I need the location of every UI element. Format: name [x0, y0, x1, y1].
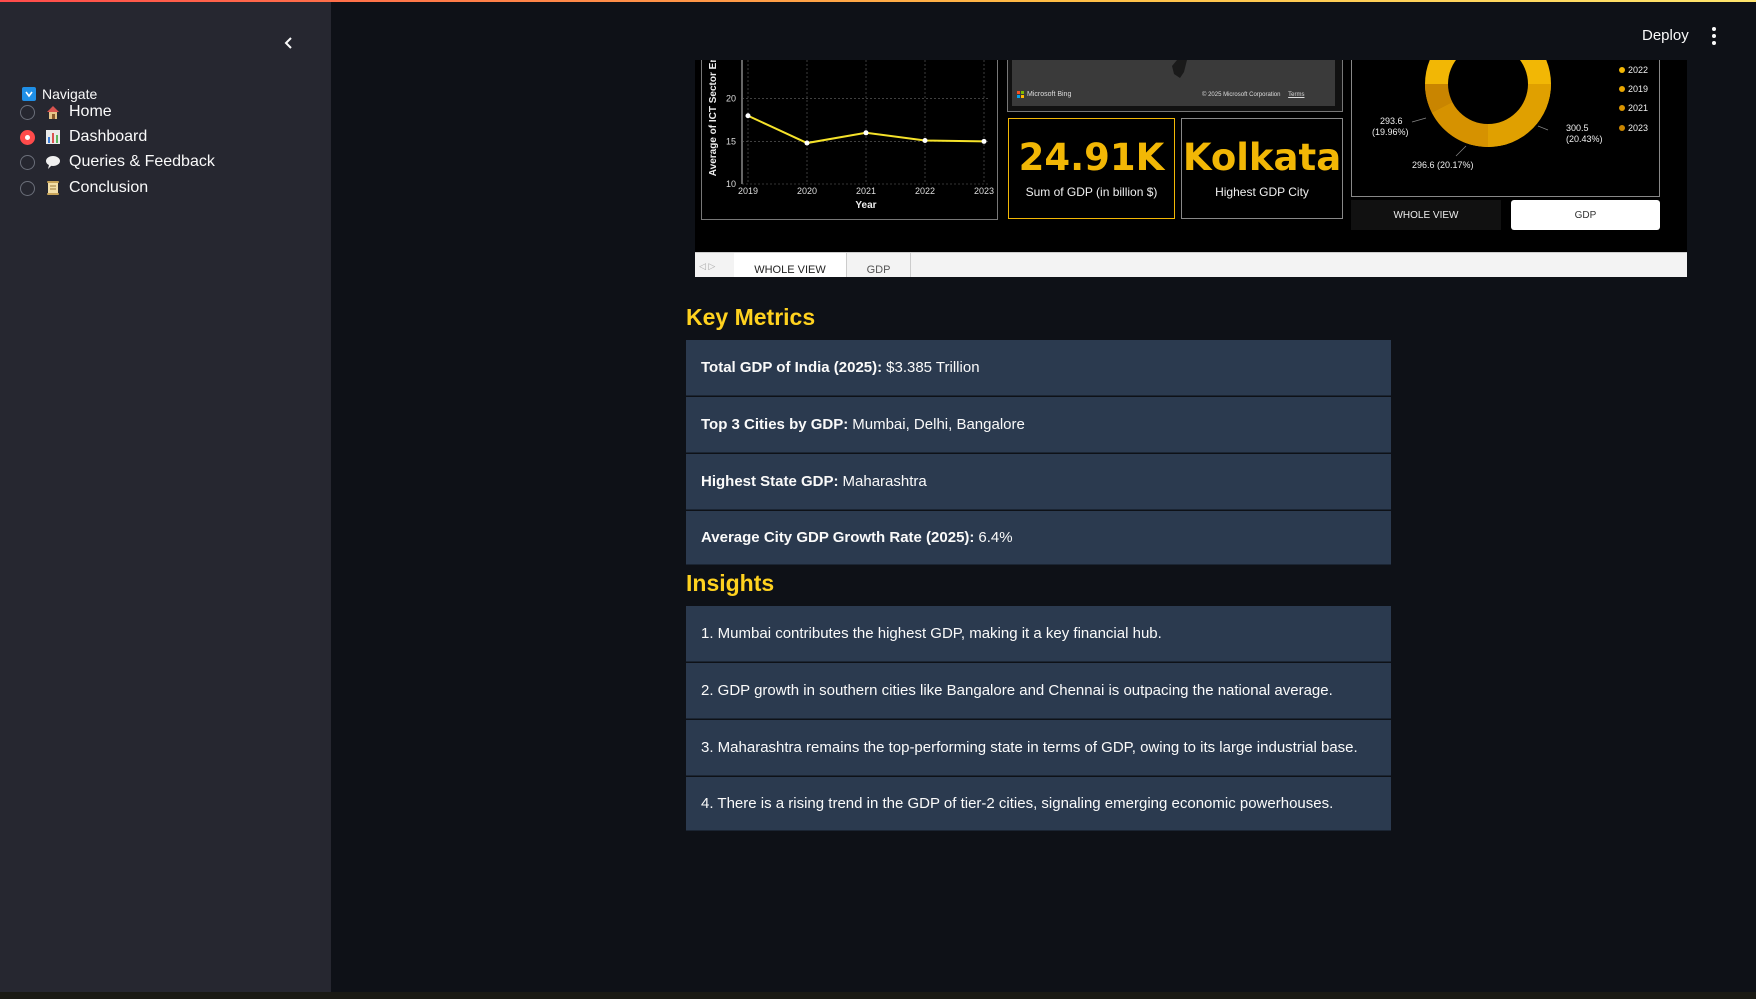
bar-chart-icon: [46, 130, 60, 144]
insight-row: 3. Maharashtra remains the top-performin…: [686, 720, 1391, 776]
data-point: [981, 138, 987, 144]
insight-row: 4. There is a rising trend in the GDP of…: [686, 777, 1391, 831]
page-tab-whole-view[interactable]: WHOLE VIEW: [734, 253, 847, 277]
kpi-value: Kolkata: [1182, 136, 1342, 180]
bookmark-tabs: WHOLE VIEW GDP: [1351, 200, 1660, 230]
x-tick-label: 2020: [797, 186, 817, 196]
data-point: [804, 140, 810, 146]
sidebar-item-label: Conclusion: [69, 179, 149, 196]
donut-label-2-sub: (20.43%): [1566, 134, 1603, 144]
sidebar-item-queries-feedback[interactable]: Queries & Feedback: [20, 153, 215, 171]
donut-legend: 2022 2019 2021 2023: [1619, 65, 1648, 133]
donut-label-2: 300.5: [1566, 123, 1589, 133]
sidebar-item-label: Queries & Feedback: [69, 153, 215, 170]
sidebar-item-label: Home: [69, 103, 112, 120]
kpi-card-highest-city: Kolkata Highest GDP City: [1181, 118, 1343, 219]
house-icon: [47, 106, 59, 119]
data-point: [745, 113, 751, 119]
chevron-left-icon: [284, 37, 292, 49]
collapse-sidebar-button[interactable]: [276, 30, 302, 56]
legend-item: 2021: [1628, 103, 1648, 113]
line-chart-card: 10 15 20 25 2019 2020 2021 2022 2023 Year Average …: [701, 60, 998, 220]
y-tick-label: 20: [726, 94, 736, 104]
donut-label-3: 296.6 (20.17%): [1412, 160, 1474, 170]
metric-label: Total GDP of India (2025):: [701, 359, 883, 376]
map-visual[interactable]: Microsoft Bing © 2025 Microsoft Corporat…: [1012, 60, 1335, 106]
bottom-bar: [0, 992, 1756, 999]
map-copyright: © 2025 Microsoft Corporation Terms: [1202, 92, 1304, 98]
radio-button[interactable]: [20, 154, 35, 170]
metric-row: Highest State GDP: Maharashtra: [686, 454, 1391, 510]
donut-label-1: 293.6: [1380, 116, 1403, 126]
kpi-label: Highest GDP City: [1215, 184, 1309, 199]
metric-value: Mumbai, Delhi, Bangalore: [852, 416, 1025, 433]
sidebar-item-conclusion[interactable]: Conclusion: [20, 179, 148, 197]
sidebar-item-dashboard[interactable]: Dashboard: [20, 128, 147, 146]
x-tick-label: 2019: [738, 186, 758, 196]
map-land-shape: [1172, 60, 1187, 78]
deploy-button[interactable]: Deploy: [1632, 25, 1699, 46]
line-chart: 10 15 20 25 2019 2020 2021 2022 2023 Year Average …: [708, 60, 994, 211]
sidebar-item-label: Dashboard: [69, 128, 148, 145]
navigate-text: Navigate: [42, 86, 98, 102]
radio-button[interactable]: [20, 180, 35, 196]
y-tick-label: 15: [726, 136, 736, 146]
insight-row: 2. GDP growth in southern cities like Ba…: [686, 663, 1391, 719]
kpi-value: 24.91K: [1018, 136, 1165, 180]
metric-value: Maharashtra: [842, 473, 927, 490]
x-axis-label: Year: [855, 200, 876, 211]
map-copyright-text: © 2025 Microsoft Corporation: [1202, 92, 1281, 98]
y-tick-label: 25: [726, 60, 736, 61]
page-nav-arrows[interactable]: ◁ ▷: [699, 261, 715, 272]
page-tab-gdp[interactable]: GDP: [847, 253, 911, 277]
scroll-icon: [47, 181, 59, 195]
y-tick-label: 10: [726, 179, 736, 189]
x-tick-label: 2021: [856, 186, 876, 196]
metric-label: Top 3 Cities by GDP:: [701, 416, 849, 433]
x-tick-label: 2022: [915, 186, 935, 196]
navigate-label: Navigate: [22, 86, 97, 102]
sidebar: Navigate Home Dashboard Queries & Feedba…: [0, 2, 331, 992]
radio-button[interactable]: [20, 104, 35, 120]
sidebar-item-home[interactable]: Home: [20, 103, 112, 121]
metric-row: Total GDP of India (2025): $3.385 Trillio…: [686, 340, 1391, 396]
donut-chart-card: 293.6 (19.96%) 300.5 (20.43%) 296.6 (20.…: [1351, 60, 1660, 197]
bing-brand-text: Microsoft Bing: [1027, 91, 1072, 98]
kpi-label: Sum of GDP (in billion $): [1025, 184, 1158, 199]
powerbi-embed[interactable]: 10 15 20 25 2019 2020 2021 2022 2023 Year Average …: [695, 60, 1687, 277]
legend-item: 2023: [1628, 123, 1648, 133]
bookmark-tab-whole-view[interactable]: WHOLE VIEW: [1351, 200, 1501, 230]
metric-row: Top 3 Cities by GDP: Mumbai, Delhi, Banga…: [686, 397, 1391, 453]
kpi-card-gdp-sum: 24.91K Sum of GDP (in billion $): [1008, 118, 1175, 219]
data-point: [863, 130, 869, 136]
donut-chart: 293.6 (19.96%) 300.5 (20.43%) 296.6 (20.…: [1372, 60, 1648, 170]
metric-label: Highest State GDP:: [701, 473, 839, 490]
checkbox-icon: [22, 87, 36, 101]
key-metrics-heading: Key Metrics: [686, 304, 816, 330]
report-page-tabs: ◁ ▷ WHOLE VIEW GDP: [695, 252, 1687, 277]
metric-value: 6.4%: [978, 529, 1013, 546]
metric-value: $3.385 Trillion: [886, 359, 980, 376]
metric-row: Average City GDP Growth Rate (2025): 6.4%: [686, 511, 1391, 565]
radio-button-selected[interactable]: [20, 129, 35, 145]
bookmark-tab-gdp[interactable]: GDP: [1511, 200, 1660, 230]
more-menu-icon[interactable]: [1706, 24, 1722, 48]
insight-row: 1. Mumbai contributes the highest GDP, m…: [686, 606, 1391, 662]
metric-label: Average City GDP Growth Rate (2025):: [701, 529, 975, 546]
insights-heading: Insights: [686, 570, 775, 596]
speech-bubble-icon: [46, 156, 60, 169]
legend-item: 2022: [1628, 65, 1648, 75]
data-point: [922, 137, 928, 143]
donut-label-1-sub: (19.96%): [1372, 127, 1409, 137]
legend-item: 2019: [1628, 84, 1648, 94]
microsoft-logo-icon: [1017, 91, 1024, 98]
x-tick-label: 2023: [974, 186, 994, 196]
map-terms-link[interactable]: Terms: [1288, 92, 1304, 98]
map-card: Microsoft Bing © 2025 Microsoft Corporat…: [1007, 60, 1343, 112]
y-axis-label: Average of ICT Sector Em: [708, 60, 719, 176]
bing-attribution: Microsoft Bing: [1017, 91, 1071, 98]
